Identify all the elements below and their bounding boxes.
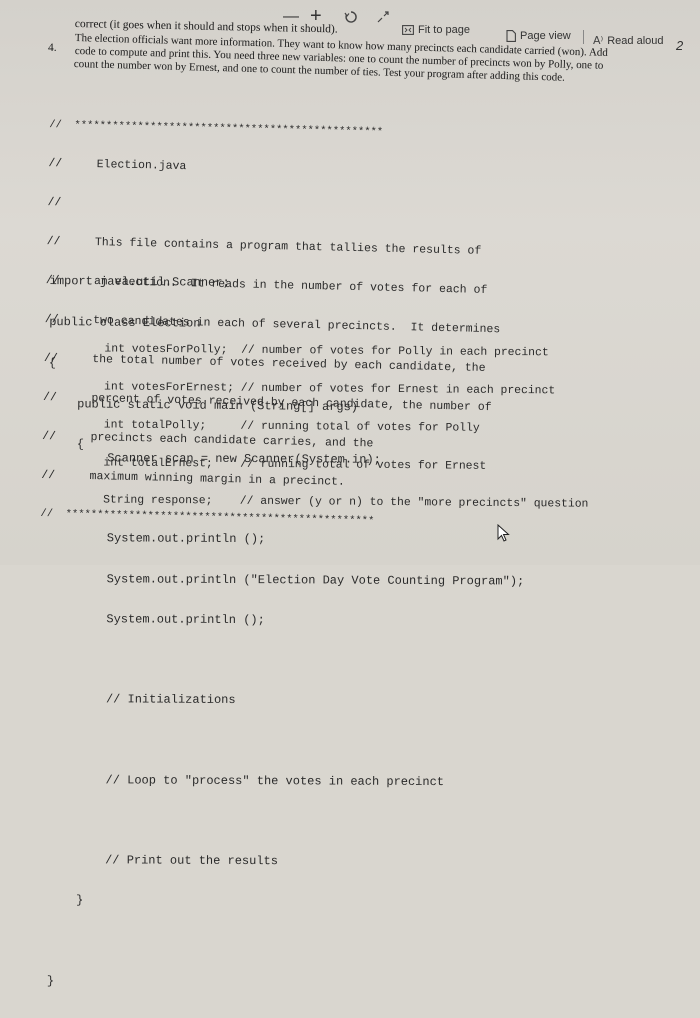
draw-icon: 2 bbox=[676, 38, 684, 53]
code-line: System.out.println (); bbox=[48, 611, 265, 628]
fullscreen-button[interactable] bbox=[377, 11, 389, 23]
read-aloud-button[interactable]: A⁾ Read aloud bbox=[593, 34, 664, 47]
code-line: // Initializations bbox=[48, 692, 236, 708]
code-line: int votesForPolly; // number of votes fo… bbox=[49, 343, 549, 360]
rotate-button[interactable] bbox=[344, 10, 358, 24]
code-line: // Print out the results bbox=[47, 853, 278, 869]
document-page: — + Fit to page Page view A⁾ Read aloud … bbox=[0, 0, 700, 988]
code-line: // Loop to "process" the votes in each p… bbox=[47, 772, 445, 789]
draw-button[interactable]: 2 bbox=[676, 38, 683, 53]
code-block-main: Scanner scan = new Scanner(System.in); S… bbox=[47, 385, 526, 1018]
page-icon bbox=[506, 30, 516, 42]
code-line: Scanner scan = new Scanner(System.in); bbox=[49, 451, 381, 467]
read-aloud-label: Read aloud bbox=[607, 34, 664, 47]
code-line: } bbox=[47, 893, 84, 908]
item-number: 4. bbox=[48, 42, 57, 54]
page-view-button[interactable]: Page view bbox=[506, 30, 571, 42]
read-aloud-icon: A⁾ bbox=[593, 34, 604, 47]
toolbar-divider bbox=[583, 30, 584, 44]
page-view-label: Page view bbox=[520, 30, 571, 42]
code-line: // Election.java bbox=[48, 156, 187, 174]
code-line: // bbox=[47, 195, 62, 210]
code-line: // *************************************… bbox=[49, 118, 384, 139]
fit-page-icon bbox=[402, 25, 414, 35]
fit-to-page-button[interactable]: Fit to page bbox=[402, 24, 470, 36]
rotate-icon bbox=[344, 11, 357, 23]
fit-to-page-label: Fit to page bbox=[418, 24, 470, 36]
code-line: import java.util.Scanner; bbox=[49, 274, 230, 291]
expand-arrows-icon bbox=[377, 11, 389, 23]
code-line: } bbox=[46, 973, 55, 988]
code-line: System.out.println (); bbox=[49, 531, 266, 547]
code-line: System.out.println ("Election Day Vote C… bbox=[48, 571, 525, 589]
mouse-pointer-icon bbox=[497, 524, 510, 542]
